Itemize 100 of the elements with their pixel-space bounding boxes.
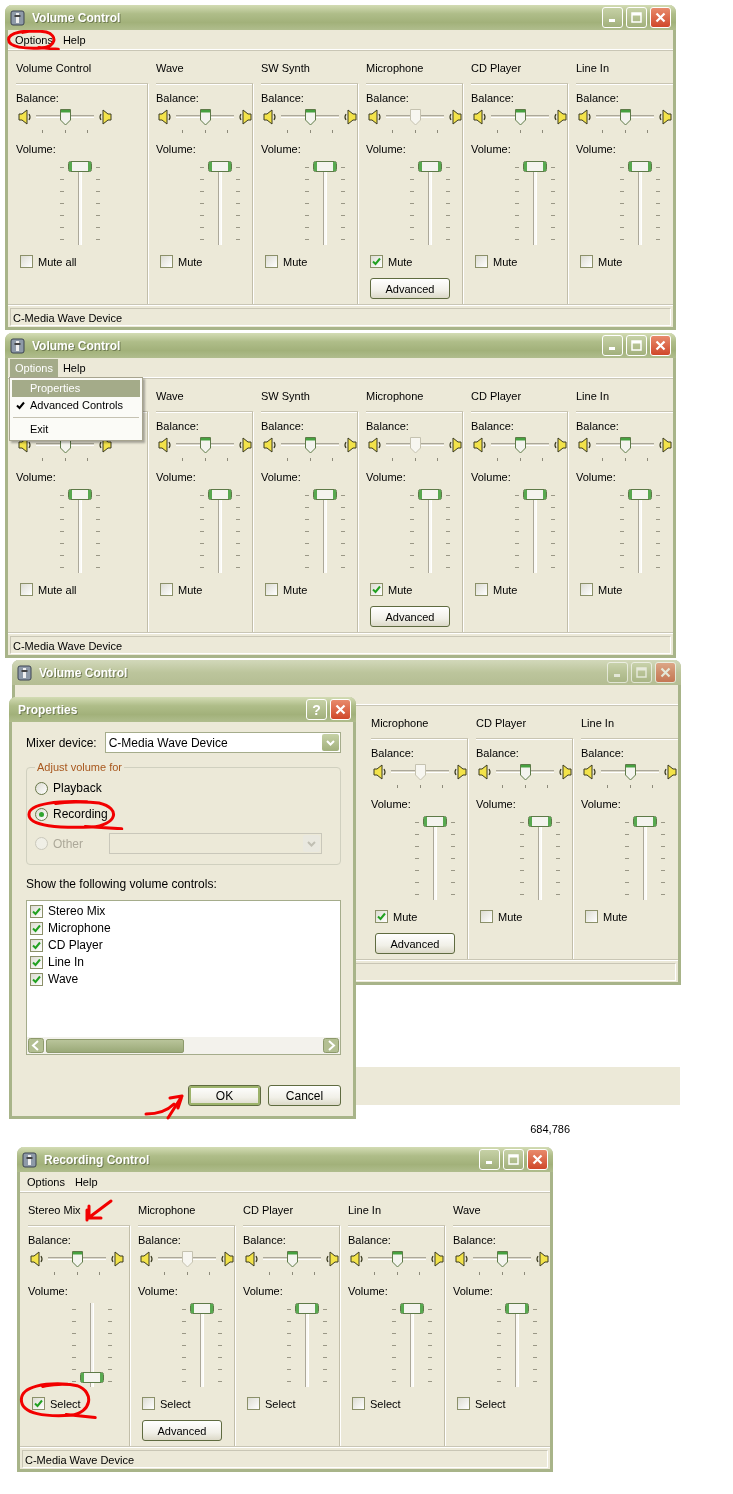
radio-button[interactable]: [35, 781, 48, 795]
slider-thumb[interactable]: [80, 1372, 104, 1384]
volume-slider[interactable]: [313, 489, 337, 573]
balance-slider[interactable]: [596, 437, 654, 461]
close-button[interactable]: [527, 1149, 548, 1170]
maximize-button[interactable]: [626, 7, 647, 28]
checkbox[interactable]: [370, 255, 383, 268]
scroll-left-icon[interactable]: [28, 1038, 44, 1053]
balance-slider[interactable]: [176, 437, 234, 461]
menu-item[interactable]: Options: [10, 30, 58, 49]
radio-button[interactable]: [35, 807, 48, 821]
radio-option[interactable]: Recording: [35, 807, 108, 821]
checkbox[interactable]: [580, 255, 593, 268]
volume-slider[interactable]: [528, 816, 552, 900]
volume-slider[interactable]: [418, 161, 442, 245]
menu-item[interactable]: Help: [57, 30, 91, 49]
checkbox[interactable]: [480, 910, 493, 923]
checkbox[interactable]: [160, 583, 173, 596]
slider-thumb[interactable]: [200, 437, 211, 454]
checkbox[interactable]: [580, 583, 593, 596]
scroll-right-icon[interactable]: [323, 1038, 339, 1053]
checkbox-option[interactable]: Mute: [366, 583, 413, 596]
checkbox-option[interactable]: Mute: [476, 910, 523, 923]
volume-slider[interactable]: [190, 1303, 214, 1387]
slider-thumb[interactable]: [60, 109, 71, 126]
maximize-button[interactable]: [626, 335, 647, 356]
checkbox[interactable]: [30, 972, 43, 986]
balance-slider[interactable]: [48, 1251, 106, 1275]
checkbox[interactable]: [352, 1397, 365, 1410]
volume-slider[interactable]: [523, 489, 547, 573]
checkbox[interactable]: [475, 255, 488, 268]
menu-item[interactable]: Help: [57, 358, 91, 377]
slider-thumb[interactable]: [620, 437, 631, 454]
minimize-button[interactable]: [602, 7, 623, 28]
checkbox[interactable]: [20, 255, 33, 268]
slider-thumb[interactable]: [497, 1251, 508, 1268]
volume-slider[interactable]: [80, 1303, 104, 1387]
maximize-button[interactable]: [503, 1149, 524, 1170]
list-option[interactable]: Stereo Mix: [30, 904, 337, 918]
minimize-button[interactable]: [602, 335, 623, 356]
slider-thumb[interactable]: [287, 1251, 298, 1268]
volume-slider[interactable]: [418, 489, 442, 573]
slider-thumb[interactable]: [515, 109, 526, 126]
checkbox-option[interactable]: Mute: [261, 255, 308, 268]
balance-slider[interactable]: [281, 109, 339, 133]
dialog-button[interactable]: Cancel: [268, 1085, 341, 1106]
balance-slider[interactable]: [36, 109, 94, 133]
balance-slider[interactable]: [601, 764, 659, 788]
checkbox[interactable]: [375, 910, 388, 923]
mixer-device-select[interactable]: C-Media Wave Device: [104, 732, 341, 753]
close-button[interactable]: [655, 662, 676, 683]
checkbox[interactable]: [30, 921, 43, 935]
list-option[interactable]: Wave: [30, 972, 337, 986]
checkbox[interactable]: [457, 1397, 470, 1410]
slider-thumb[interactable]: [208, 489, 232, 500]
balance-slider[interactable]: [596, 109, 654, 133]
balance-slider[interactable]: [391, 764, 449, 788]
slider-thumb[interactable]: [392, 1251, 403, 1268]
checkbox-option[interactable]: Select: [243, 1397, 296, 1410]
volume-slider[interactable]: [628, 489, 652, 573]
slider-thumb[interactable]: [418, 489, 442, 500]
slider-thumb[interactable]: [200, 109, 211, 126]
menu-item[interactable]: Options: [22, 1172, 70, 1191]
slider-thumb[interactable]: [400, 1303, 424, 1314]
checkbox-option[interactable]: Mute: [581, 910, 628, 923]
balance-slider[interactable]: [496, 764, 554, 788]
checkbox[interactable]: [20, 583, 33, 596]
balance-slider[interactable]: [491, 109, 549, 133]
list-option[interactable]: Line In: [30, 955, 337, 969]
menu-entry[interactable]: Advanced Controls: [12, 396, 140, 414]
slider-thumb[interactable]: [313, 489, 337, 500]
slider-thumb[interactable]: [72, 1251, 83, 1268]
slider-thumb[interactable]: [523, 489, 547, 500]
balance-slider[interactable]: [473, 1251, 531, 1275]
balance-slider[interactable]: [263, 1251, 321, 1275]
close-button[interactable]: [650, 335, 671, 356]
advanced-button[interactable]: Advanced: [370, 278, 450, 299]
checkbox[interactable]: [30, 904, 43, 918]
list-option[interactable]: CD Player: [30, 938, 337, 952]
checkbox-option[interactable]: Mute: [471, 583, 518, 596]
checkbox-option[interactable]: Mute: [156, 255, 203, 268]
slider-thumb[interactable]: [418, 161, 442, 172]
volume-slider[interactable]: [423, 816, 447, 900]
slider-thumb[interactable]: [313, 161, 337, 172]
checkbox[interactable]: [160, 255, 173, 268]
volume-slider[interactable]: [208, 161, 232, 245]
menu-entry[interactable]: Exit: [12, 420, 140, 438]
balance-slider[interactable]: [491, 437, 549, 461]
close-button[interactable]: [650, 7, 671, 28]
slider-thumb[interactable]: [505, 1303, 529, 1314]
slider-thumb[interactable]: [515, 437, 526, 454]
balance-slider[interactable]: [386, 109, 444, 133]
checkbox[interactable]: [585, 910, 598, 923]
slider-thumb[interactable]: [528, 816, 552, 827]
volume-slider[interactable]: [313, 161, 337, 245]
volume-slider[interactable]: [208, 489, 232, 573]
checkbox[interactable]: [142, 1397, 155, 1410]
advanced-button[interactable]: Advanced: [142, 1420, 222, 1441]
slider-thumb[interactable]: [295, 1303, 319, 1314]
advanced-button[interactable]: Advanced: [375, 933, 455, 954]
